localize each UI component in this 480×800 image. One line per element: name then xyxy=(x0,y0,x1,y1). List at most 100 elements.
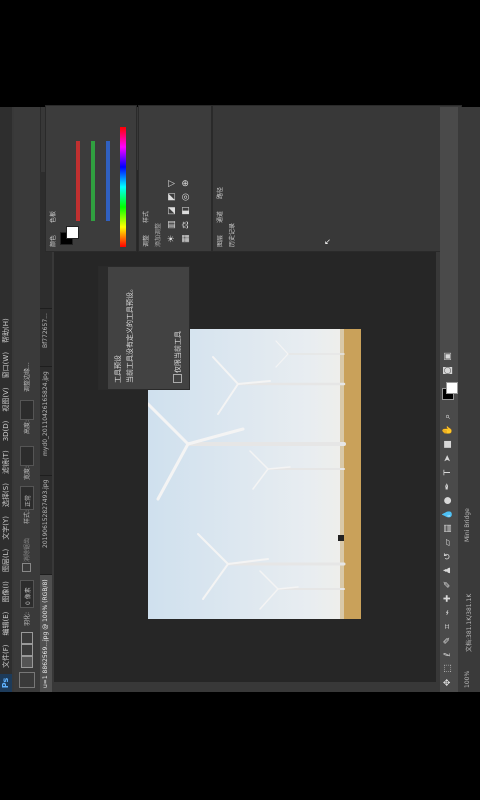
document-tab[interactable]: myd0_20110426165824.jpg xyxy=(40,366,52,460)
stamp-tool-icon[interactable]: ♟ xyxy=(443,565,454,576)
history-brush-tool-icon[interactable]: ↺ xyxy=(443,551,454,562)
menu-item-7[interactable]: 3D(D) xyxy=(2,421,10,442)
popup-header xyxy=(99,267,108,389)
photo-filter-icon[interactable]: ◎ xyxy=(181,193,191,201)
popup-title: 工具预设 xyxy=(114,355,122,383)
history-tab[interactable]: 历史记录 xyxy=(227,223,236,247)
quick-select-tool-icon[interactable]: ✎ xyxy=(443,635,454,646)
marquee-preset-icon[interactable] xyxy=(19,672,35,688)
healing-tool-icon[interactable]: ✚ xyxy=(443,593,454,604)
status-bar: 100% 文档:381.1K/381.1K Mini Bridge xyxy=(458,107,480,692)
path-select-tool-icon[interactable]: ➤ xyxy=(443,453,454,464)
paths-tab[interactable]: 路径 xyxy=(215,187,224,199)
brush-tool-icon[interactable]: ✐ xyxy=(443,579,454,590)
color-panel: 颜色 色板 xyxy=(45,105,137,252)
crop-tool-icon[interactable]: ⌗ xyxy=(443,621,454,632)
layers-panel: 图层 通道 路径 历史记录 ↖ xyxy=(212,105,462,252)
blue-slider[interactable] xyxy=(106,141,110,221)
screen-mode-icon[interactable]: ▣ xyxy=(443,351,454,362)
swatches-tab[interactable]: 色板 xyxy=(48,211,57,223)
dodge-tool-icon[interactable]: ● xyxy=(443,495,454,506)
options-bar: 羽化: 0 像素 消除锯齿 样式: 正常 宽度: 高度: 调整边缘... xyxy=(14,107,41,692)
eraser-tool-icon[interactable]: ▱ xyxy=(443,537,454,548)
background-color-icon[interactable] xyxy=(446,382,458,394)
pen-tool-icon[interactable]: ✒ xyxy=(443,481,454,492)
menu-bar: Ps 文件(F) 编辑(E) 图像(I) 图层(L) 文字(Y) 选择(S) 滤镜(T) 3D… xyxy=(0,107,12,692)
photoshop-window: Ps 文件(F) 编辑(E) 图像(I) 图层(L) 文字(Y) 选择(S) 滤镜(T) 3D… xyxy=(0,0,480,800)
feather-value: 0 像素 xyxy=(25,587,32,605)
document-tab[interactable]: Bf772657... xyxy=(40,308,52,352)
document-tab[interactable]: u=1 8862569...jpg @ 100% (RGB/8) xyxy=(40,574,52,692)
bw-icon[interactable]: ◧ xyxy=(181,206,191,215)
add-selection-icon[interactable] xyxy=(21,644,33,656)
levels-icon[interactable]: ▥ xyxy=(167,220,177,229)
antialias-label: 消除锯齿 xyxy=(24,537,31,562)
green-slider[interactable] xyxy=(91,141,95,221)
adjustments-tab[interactable]: 调整 xyxy=(141,235,150,247)
width-label: 宽度: xyxy=(24,465,31,480)
feather-input[interactable]: 0 像素 xyxy=(20,580,34,608)
adjustment-icon-grid[interactable]: ☀ ▥ ◪ ◩ ▽ ▦ ⚖ ◧ ◎ ⊕ xyxy=(167,143,203,243)
brightness-icon[interactable]: ☀ xyxy=(167,235,177,243)
menu-item-9[interactable]: 窗口(W) xyxy=(2,352,10,378)
hue-icon[interactable]: ▦ xyxy=(181,234,191,243)
eyedropper-tool-icon[interactable]: ⌁ xyxy=(443,607,454,618)
mouse-cursor-icon: ↖ xyxy=(323,238,332,245)
mini-bridge-tab[interactable]: Mini Bridge xyxy=(464,508,471,542)
mixer-icon[interactable]: ⊕ xyxy=(181,179,191,187)
shape-tool-icon[interactable]: ■ xyxy=(443,439,454,450)
zoom-level[interactable]: 100% xyxy=(464,671,471,688)
menu-item-2[interactable]: 图像(I) xyxy=(2,581,10,603)
menu-item-6[interactable]: 滤镜(T) xyxy=(2,450,10,474)
current-tool-only-checkbox[interactable] xyxy=(173,374,182,383)
color-spectrum[interactable] xyxy=(120,127,126,247)
menu-item-8[interactable]: 视图(V) xyxy=(2,387,10,411)
style-label: 样式: xyxy=(24,509,31,524)
new-selection-icon[interactable] xyxy=(21,656,33,668)
document-tab[interactable]: 201906152827493.jpg xyxy=(40,474,52,552)
menu-item-0[interactable]: 文件(F) xyxy=(2,645,10,669)
hand-tool-icon[interactable]: ✋ xyxy=(443,425,454,436)
style-select[interactable]: 正常 xyxy=(20,486,34,510)
menu-item-3[interactable]: 图层(L) xyxy=(2,549,10,572)
style-value: 正常 xyxy=(25,494,32,507)
vibrance-icon[interactable]: ▽ xyxy=(167,180,177,187)
layers-tab[interactable]: 图层 xyxy=(215,235,224,247)
menu-item-4[interactable]: 文字(Y) xyxy=(2,516,10,540)
menu-items: 文件(F) 编辑(E) 图像(I) 图层(L) 文字(Y) 选择(S) 滤镜(T) 3D(D)… xyxy=(1,309,11,668)
lasso-tool-icon[interactable]: ℓ xyxy=(443,649,454,660)
height-input[interactable] xyxy=(20,400,34,420)
exposure-icon[interactable]: ◩ xyxy=(167,192,177,201)
balance-icon[interactable]: ⚖ xyxy=(181,221,191,229)
red-slider[interactable] xyxy=(76,141,80,221)
letterbox-right xyxy=(0,0,480,107)
menu-item-1[interactable]: 编辑(E) xyxy=(2,612,10,636)
antialias-checkbox[interactable] xyxy=(22,563,31,572)
refine-edge-button[interactable]: 调整边缘... xyxy=(22,362,31,392)
current-tool-only-label: 仅限当前工具 xyxy=(174,331,182,373)
move-tool-icon[interactable]: ✥ xyxy=(443,677,454,688)
type-tool-icon[interactable]: T xyxy=(443,467,454,478)
channels-tab[interactable]: 通道 xyxy=(215,211,224,223)
gradient-tool-icon[interactable]: ▤ xyxy=(443,523,454,534)
feather-label: 羽化: xyxy=(24,611,31,626)
tools-bar: ✥ ⬚ ℓ ✎ ⌗ ⌁ ✚ ✐ ♟ ↺ ▱ ▤ 💧 ● ✒ T ➤ ■ ✋ ⌕ … xyxy=(440,107,458,692)
width-input[interactable] xyxy=(20,446,34,466)
blur-tool-icon[interactable]: 💧 xyxy=(443,509,454,520)
background-swatch[interactable] xyxy=(66,226,79,239)
menu-item-5[interactable]: 选择(S) xyxy=(2,483,10,507)
popup-message: 当前工具没有定义的工具预设。 xyxy=(126,285,134,383)
tool-presets-popup: 工具预设 当前工具没有定义的工具预设。 仅限当前工具 xyxy=(98,266,190,390)
letterbox-left xyxy=(0,692,480,800)
color-tab[interactable]: 颜色 xyxy=(48,235,57,247)
subtract-selection-icon[interactable] xyxy=(21,632,33,644)
adjustments-hint: 添加调整 xyxy=(155,222,162,247)
height-label: 高度: xyxy=(24,419,31,434)
curves-icon[interactable]: ◪ xyxy=(167,206,177,215)
marquee-tool-icon[interactable]: ⬚ xyxy=(443,663,454,674)
quick-mask-icon[interactable]: ◙ xyxy=(443,365,454,376)
styles-tab[interactable]: 样式 xyxy=(141,211,150,223)
zoom-tool-icon[interactable]: ⌕ xyxy=(443,411,454,422)
menu-item-10[interactable]: 帮助(H) xyxy=(2,318,10,343)
adjustments-panel: 调整 样式 添加调整 ☀ ▥ ◪ ◩ ▽ ▦ ⚖ ◧ ◎ ⊕ xyxy=(138,105,212,252)
